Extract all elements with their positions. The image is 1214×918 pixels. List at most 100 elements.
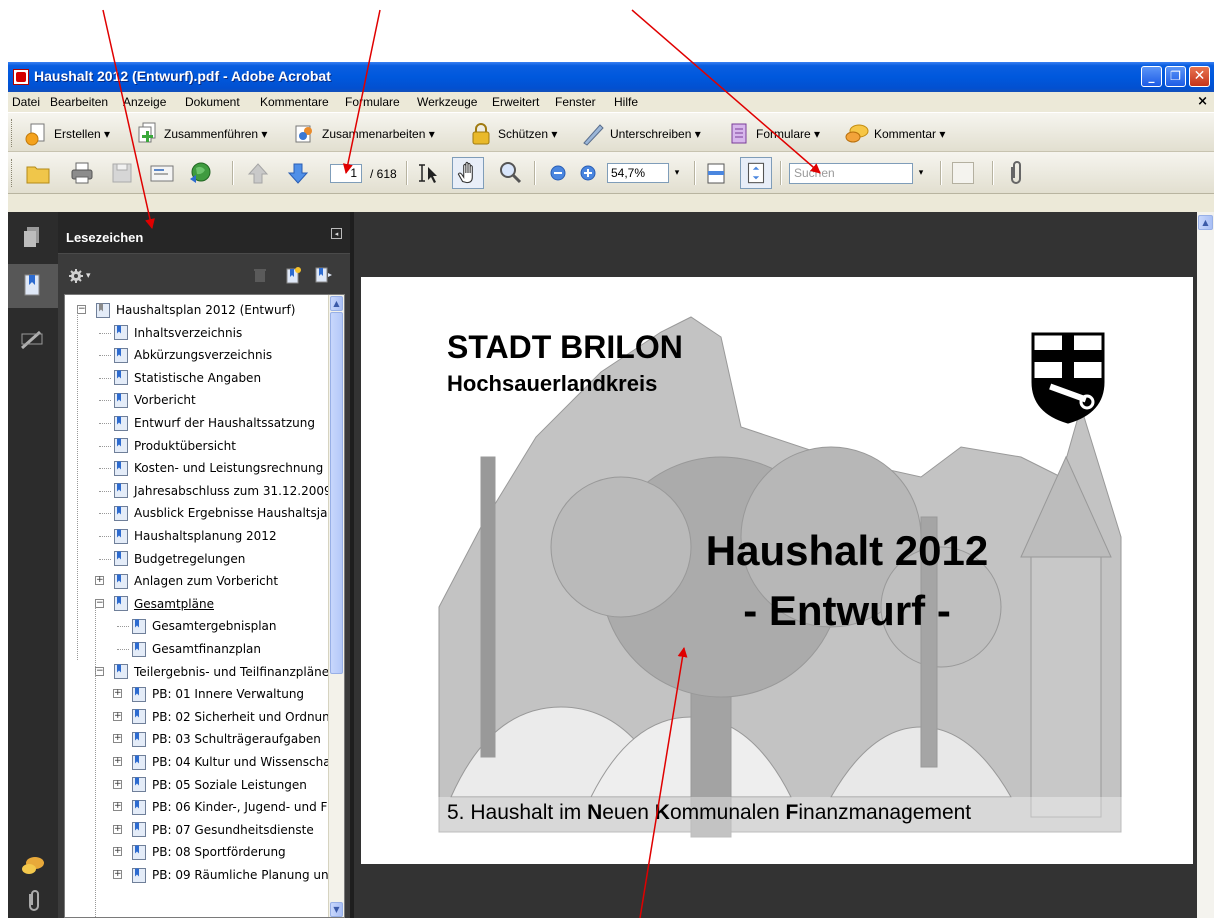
page-number-input[interactable]: 1 — [330, 164, 362, 183]
title-bar[interactable]: Haushalt 2012 (Entwurf).pdf - Adobe Acro… — [8, 62, 1214, 92]
new-bookmark-icon[interactable] — [284, 266, 302, 284]
menu-erweitert[interactable]: Erweitert — [492, 95, 539, 109]
bookmark-item[interactable]: Abkürzungsverzeichnis — [113, 344, 272, 366]
task-formulare[interactable]: Formulare ▾ — [726, 121, 820, 147]
options-menu-button[interactable]: ▾ — [68, 268, 91, 284]
bookmarks-scrollbar[interactable]: ▲ ▼ — [328, 295, 344, 917]
scroll-up-button[interactable]: ▲ — [330, 296, 343, 311]
expand-toggle[interactable]: − — [77, 305, 86, 314]
web-globe-icon[interactable] — [186, 159, 214, 187]
signatures-icon[interactable] — [18, 326, 48, 354]
bookmark-item[interactable]: Ausblick Ergebnisse Haushaltsjahre — [113, 502, 344, 524]
next-page-icon[interactable] — [284, 159, 312, 187]
document-close-button[interactable]: × — [1197, 94, 1208, 109]
task-kommentar[interactable]: Kommentar ▾ — [844, 121, 945, 147]
attachments-icon[interactable] — [18, 888, 48, 916]
task-unterschreiben[interactable]: Unterschreiben ▾ — [580, 121, 701, 147]
bookmark-item[interactable]: PB: 05 Soziale Leistungen — [131, 774, 307, 796]
bookmark-item[interactable]: PB: 04 Kultur und Wissenschaft — [131, 751, 339, 773]
print-icon[interactable] — [68, 159, 96, 187]
delete-bookmark-icon[interactable] — [252, 267, 268, 283]
bookmark-item[interactable]: Statistische Angaben — [113, 367, 261, 389]
bookmark-item[interactable]: Jahresabschluss zum 31.12.2009 — [113, 480, 332, 502]
minimize-button[interactable]: _ — [1141, 66, 1162, 87]
expand-toggle[interactable]: + — [113, 824, 122, 834]
task-zusammenfuehren[interactable]: Zusammenführen ▾ — [134, 121, 267, 147]
email-icon[interactable] — [148, 159, 176, 187]
bookmark-item[interactable]: Entwurf der Haushaltssatzung — [113, 412, 315, 434]
expand-bookmark-icon[interactable] — [314, 266, 334, 284]
zoom-in-icon[interactable] — [574, 159, 602, 187]
open-folder-icon[interactable] — [24, 159, 52, 187]
close-button[interactable]: ✕ — [1189, 66, 1210, 87]
expand-toggle[interactable]: + — [113, 689, 122, 699]
pages-icon[interactable] — [18, 224, 48, 252]
task-zusammenarbeiten[interactable]: Zusammenarbeiten ▾ — [292, 121, 435, 147]
comments-icon[interactable] — [18, 853, 48, 881]
zoom-dropdown-button[interactable]: ▾ — [670, 163, 684, 183]
expand-toggle[interactable]: + — [113, 847, 122, 857]
task-schuetzen[interactable]: Schützen ▾ — [468, 121, 557, 147]
fit-width-icon[interactable] — [702, 159, 730, 187]
toolbar-grip[interactable] — [11, 119, 15, 147]
bookmark-item[interactable]: Vorbericht — [113, 389, 196, 411]
menu-kommentare[interactable]: Kommentare — [260, 95, 329, 109]
expand-toggle[interactable]: + — [113, 757, 122, 766]
collapse-panel-button[interactable]: ◂ — [331, 228, 342, 239]
attachment-paperclip-icon[interactable] — [1002, 159, 1030, 187]
select-text-tool-icon[interactable] — [416, 159, 444, 187]
bookmark-item[interactable]: Haushaltsplan 2012 (Entwurf) — [95, 299, 295, 321]
menu-hilfe[interactable]: Hilfe — [614, 95, 638, 109]
task-erstellen[interactable]: Erstellen ▾ — [24, 121, 110, 147]
bookmark-item[interactable]: Kosten- und Leistungsrechnung — [113, 457, 323, 479]
bookmark-item[interactable]: PB: 08 Sportförderung — [131, 841, 286, 863]
fit-page-button[interactable] — [740, 157, 772, 189]
comment-toggle-button[interactable] — [952, 162, 974, 184]
doc-scroll-up-button[interactable]: ▲ — [1198, 215, 1213, 230]
toolbar-grip-2[interactable] — [11, 159, 15, 187]
search-input[interactable]: Suchen — [789, 163, 913, 184]
bookmark-item[interactable]: Teilergebnis- und Teilfinanzpläne — [113, 661, 329, 683]
menu-dokument[interactable]: Dokument — [185, 95, 240, 109]
menu-werkzeuge[interactable]: Werkzeuge — [417, 95, 477, 109]
bookmark-item[interactable]: Haushaltsplanung 2012 — [113, 525, 277, 547]
document-scrollbar[interactable]: ▲ — [1197, 212, 1214, 918]
bookmark-item[interactable]: PB: 06 Kinder-, Jugend- und F — [131, 796, 327, 818]
zoom-marquee-icon[interactable] — [496, 159, 524, 187]
bookmark-item[interactable]: PB: 07 Gesundheitsdienste — [131, 819, 314, 841]
previous-page-icon[interactable] — [244, 159, 272, 187]
expand-toggle[interactable]: + — [113, 870, 122, 879]
restore-button[interactable]: ❐ — [1165, 66, 1186, 87]
expand-toggle[interactable]: + — [113, 711, 122, 721]
menu-anzeige[interactable]: Anzeige — [123, 95, 166, 109]
bookmarks-tab[interactable] — [8, 264, 58, 308]
bookmark-item[interactable]: Gesamtpläne — [113, 593, 214, 615]
expand-toggle[interactable]: + — [95, 576, 104, 586]
save-icon[interactable] — [108, 159, 136, 187]
bookmark-item[interactable]: Budgetregelungen — [113, 548, 245, 570]
expand-toggle[interactable]: + — [113, 779, 122, 789]
zoom-out-icon[interactable] — [544, 159, 572, 187]
menu-formulare[interactable]: Formulare — [345, 95, 400, 109]
bookmark-item[interactable]: PB: 03 Schulträgeraufgaben — [131, 728, 321, 750]
expand-toggle[interactable]: + — [113, 802, 122, 812]
scroll-down-button[interactable]: ▼ — [330, 902, 343, 917]
menu-datei[interactable]: Datei — [12, 95, 40, 109]
document-view[interactable]: STADT BRILON Hochsauerlandkreis Haushalt… — [354, 212, 1197, 918]
scroll-thumb[interactable] — [330, 312, 343, 674]
bookmark-item[interactable]: Anlagen zum Vorbericht — [113, 570, 278, 592]
bookmark-item[interactable]: PB: 09 Räumliche Planung und — [131, 864, 336, 886]
expand-toggle[interactable]: + — [113, 734, 122, 744]
menu-bearbeiten[interactable]: Bearbeiten — [50, 95, 108, 109]
bookmark-item[interactable]: Gesamtfinanzplan — [131, 638, 261, 660]
expand-toggle[interactable]: − — [95, 598, 104, 608]
bookmark-item[interactable]: PB: 01 Innere Verwaltung — [131, 683, 304, 705]
bookmark-item[interactable]: PB: 02 Sicherheit und Ordnung — [131, 706, 337, 728]
bookmark-item[interactable]: Produktübersicht — [113, 435, 236, 457]
menu-fenster[interactable]: Fenster — [555, 95, 596, 109]
bookmark-item[interactable]: Inhaltsverzeichnis — [113, 322, 242, 344]
zoom-level-input[interactable]: 54,7% — [607, 163, 669, 183]
search-dropdown-button[interactable]: ▾ — [914, 163, 928, 184]
expand-toggle[interactable]: − — [95, 666, 104, 676]
hand-tool-button[interactable] — [452, 157, 484, 189]
